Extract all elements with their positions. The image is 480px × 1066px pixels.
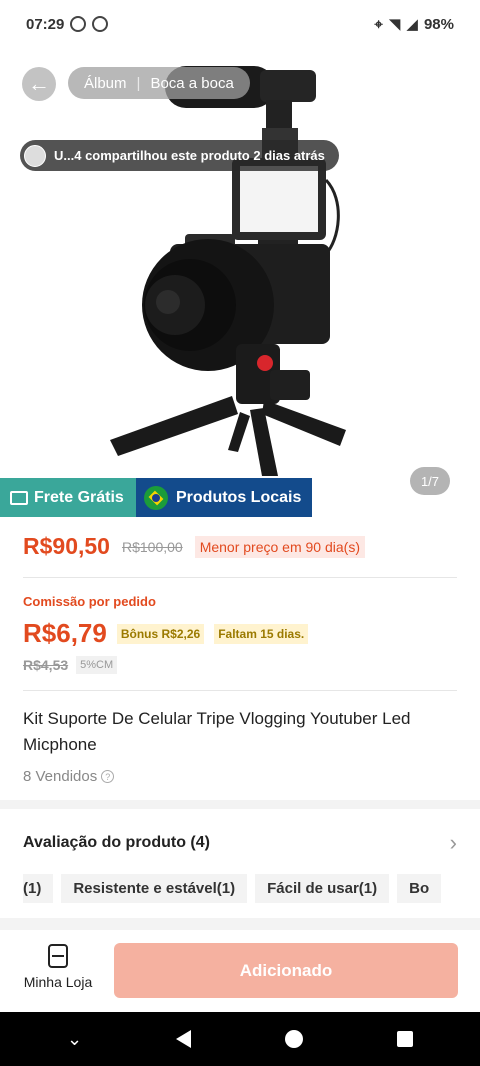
section-gap <box>0 918 480 930</box>
shipping-banner: Frete Grátis Produtos Locais <box>0 478 312 517</box>
store-label: Minha Loja <box>23 974 93 990</box>
divider <box>23 577 457 578</box>
album-tabs: Álbum | Boca a boca <box>68 67 250 99</box>
back-arrow-icon[interactable]: ← <box>22 67 56 101</box>
original-price: R$100,00 <box>121 538 183 555</box>
tab-album[interactable]: Álbum <box>84 75 127 92</box>
chevron-right-icon: › <box>449 830 457 855</box>
review-tags: (1) Resistente e estável(1) Fácil de usa… <box>23 874 480 903</box>
commission-row: R$6,79 Bônus R$2,26 Faltam 15 dias. <box>23 618 309 649</box>
tab-separator: | <box>136 74 141 92</box>
location-icon: ⌖ <box>374 15 383 33</box>
whatsapp-icon <box>92 16 109 32</box>
price-row: R$90,50 R$100,00 Menor preço em 90 dia(s… <box>23 533 457 560</box>
days-left-badge: Faltam 15 dias. <box>214 623 309 644</box>
share-text: U...4 compartilhou este produto 2 dias a… <box>54 148 325 163</box>
product-title: Kit Suporte De Celular Tripe Vlogging Yo… <box>23 709 411 754</box>
info-icon[interactable]: ? <box>101 770 115 783</box>
free-shipping-label: Frete Grátis <box>34 488 124 506</box>
commission-rate-badge: 5%CM <box>76 656 118 674</box>
product-page: 07:29 ⌖ ◥ ◢ 98% ← Álbum | Boca a boca U.… <box>0 0 480 1066</box>
store-icon <box>48 944 68 968</box>
reviews-heading: Avaliação do produto (4) <box>23 834 210 851</box>
home-icon[interactable] <box>285 1030 304 1048</box>
commission-label: Comissão por pedido <box>23 594 156 609</box>
battery-level: 98% <box>423 15 454 33</box>
added-button[interactable]: Adicionado <box>114 943 458 998</box>
signal-icon: ◢ <box>406 16 418 33</box>
brazil-flag-icon <box>144 485 168 510</box>
review-tag[interactable]: Resistente e estável(1) <box>61 874 248 903</box>
commission-old-row: R$4,53 5%CM <box>23 656 118 674</box>
my-store-button[interactable]: Minha Loja <box>20 944 96 990</box>
review-tag[interactable]: Bo <box>397 874 442 903</box>
wifi-icon: ◥ <box>388 16 401 33</box>
whatsapp-icon <box>70 16 87 32</box>
review-tag[interactable]: Fácil de usar(1) <box>255 874 390 903</box>
status-bar: 07:29 ⌖ ◥ ◢ 98% <box>0 0 480 48</box>
sold-count: 8 Vendidos ? <box>23 768 115 785</box>
bonus-badge: Bônus R$2,26 <box>116 623 205 644</box>
chevron-down-icon[interactable]: ⌄ <box>67 1029 82 1050</box>
divider <box>23 690 457 691</box>
old-commission: R$4,53 <box>23 657 69 673</box>
local-products-label: Produtos Locais <box>176 488 302 506</box>
lowest-price-badge: Menor preço em 90 dia(s) <box>194 535 365 558</box>
back-icon[interactable] <box>176 1030 192 1048</box>
clock: 07:29 <box>26 15 65 33</box>
section-gap <box>0 800 480 809</box>
current-price: R$90,50 <box>23 533 110 559</box>
ticket-icon <box>10 490 28 505</box>
tab-reviews[interactable]: Boca a boca <box>150 75 233 92</box>
image-counter: 1/7 <box>410 467 450 495</box>
bottom-action-bar: Minha Loja Adicionado <box>0 930 480 1012</box>
recent-apps-icon[interactable] <box>396 1031 413 1047</box>
sold-label: 8 Vendidos <box>23 768 98 785</box>
local-products-badge: Produtos Locais <box>136 478 312 517</box>
system-nav-bar: ⌄ <box>0 1012 480 1066</box>
review-tag[interactable]: (1) <box>23 874 54 903</box>
share-notice: U...4 compartilhou este produto 2 dias a… <box>20 140 339 171</box>
avatar <box>24 144 46 167</box>
commission-value: R$6,79 <box>23 618 107 648</box>
reviews-header[interactable]: Avaliação do produto (4) › <box>23 830 457 856</box>
free-shipping-badge: Frete Grátis <box>0 478 136 517</box>
